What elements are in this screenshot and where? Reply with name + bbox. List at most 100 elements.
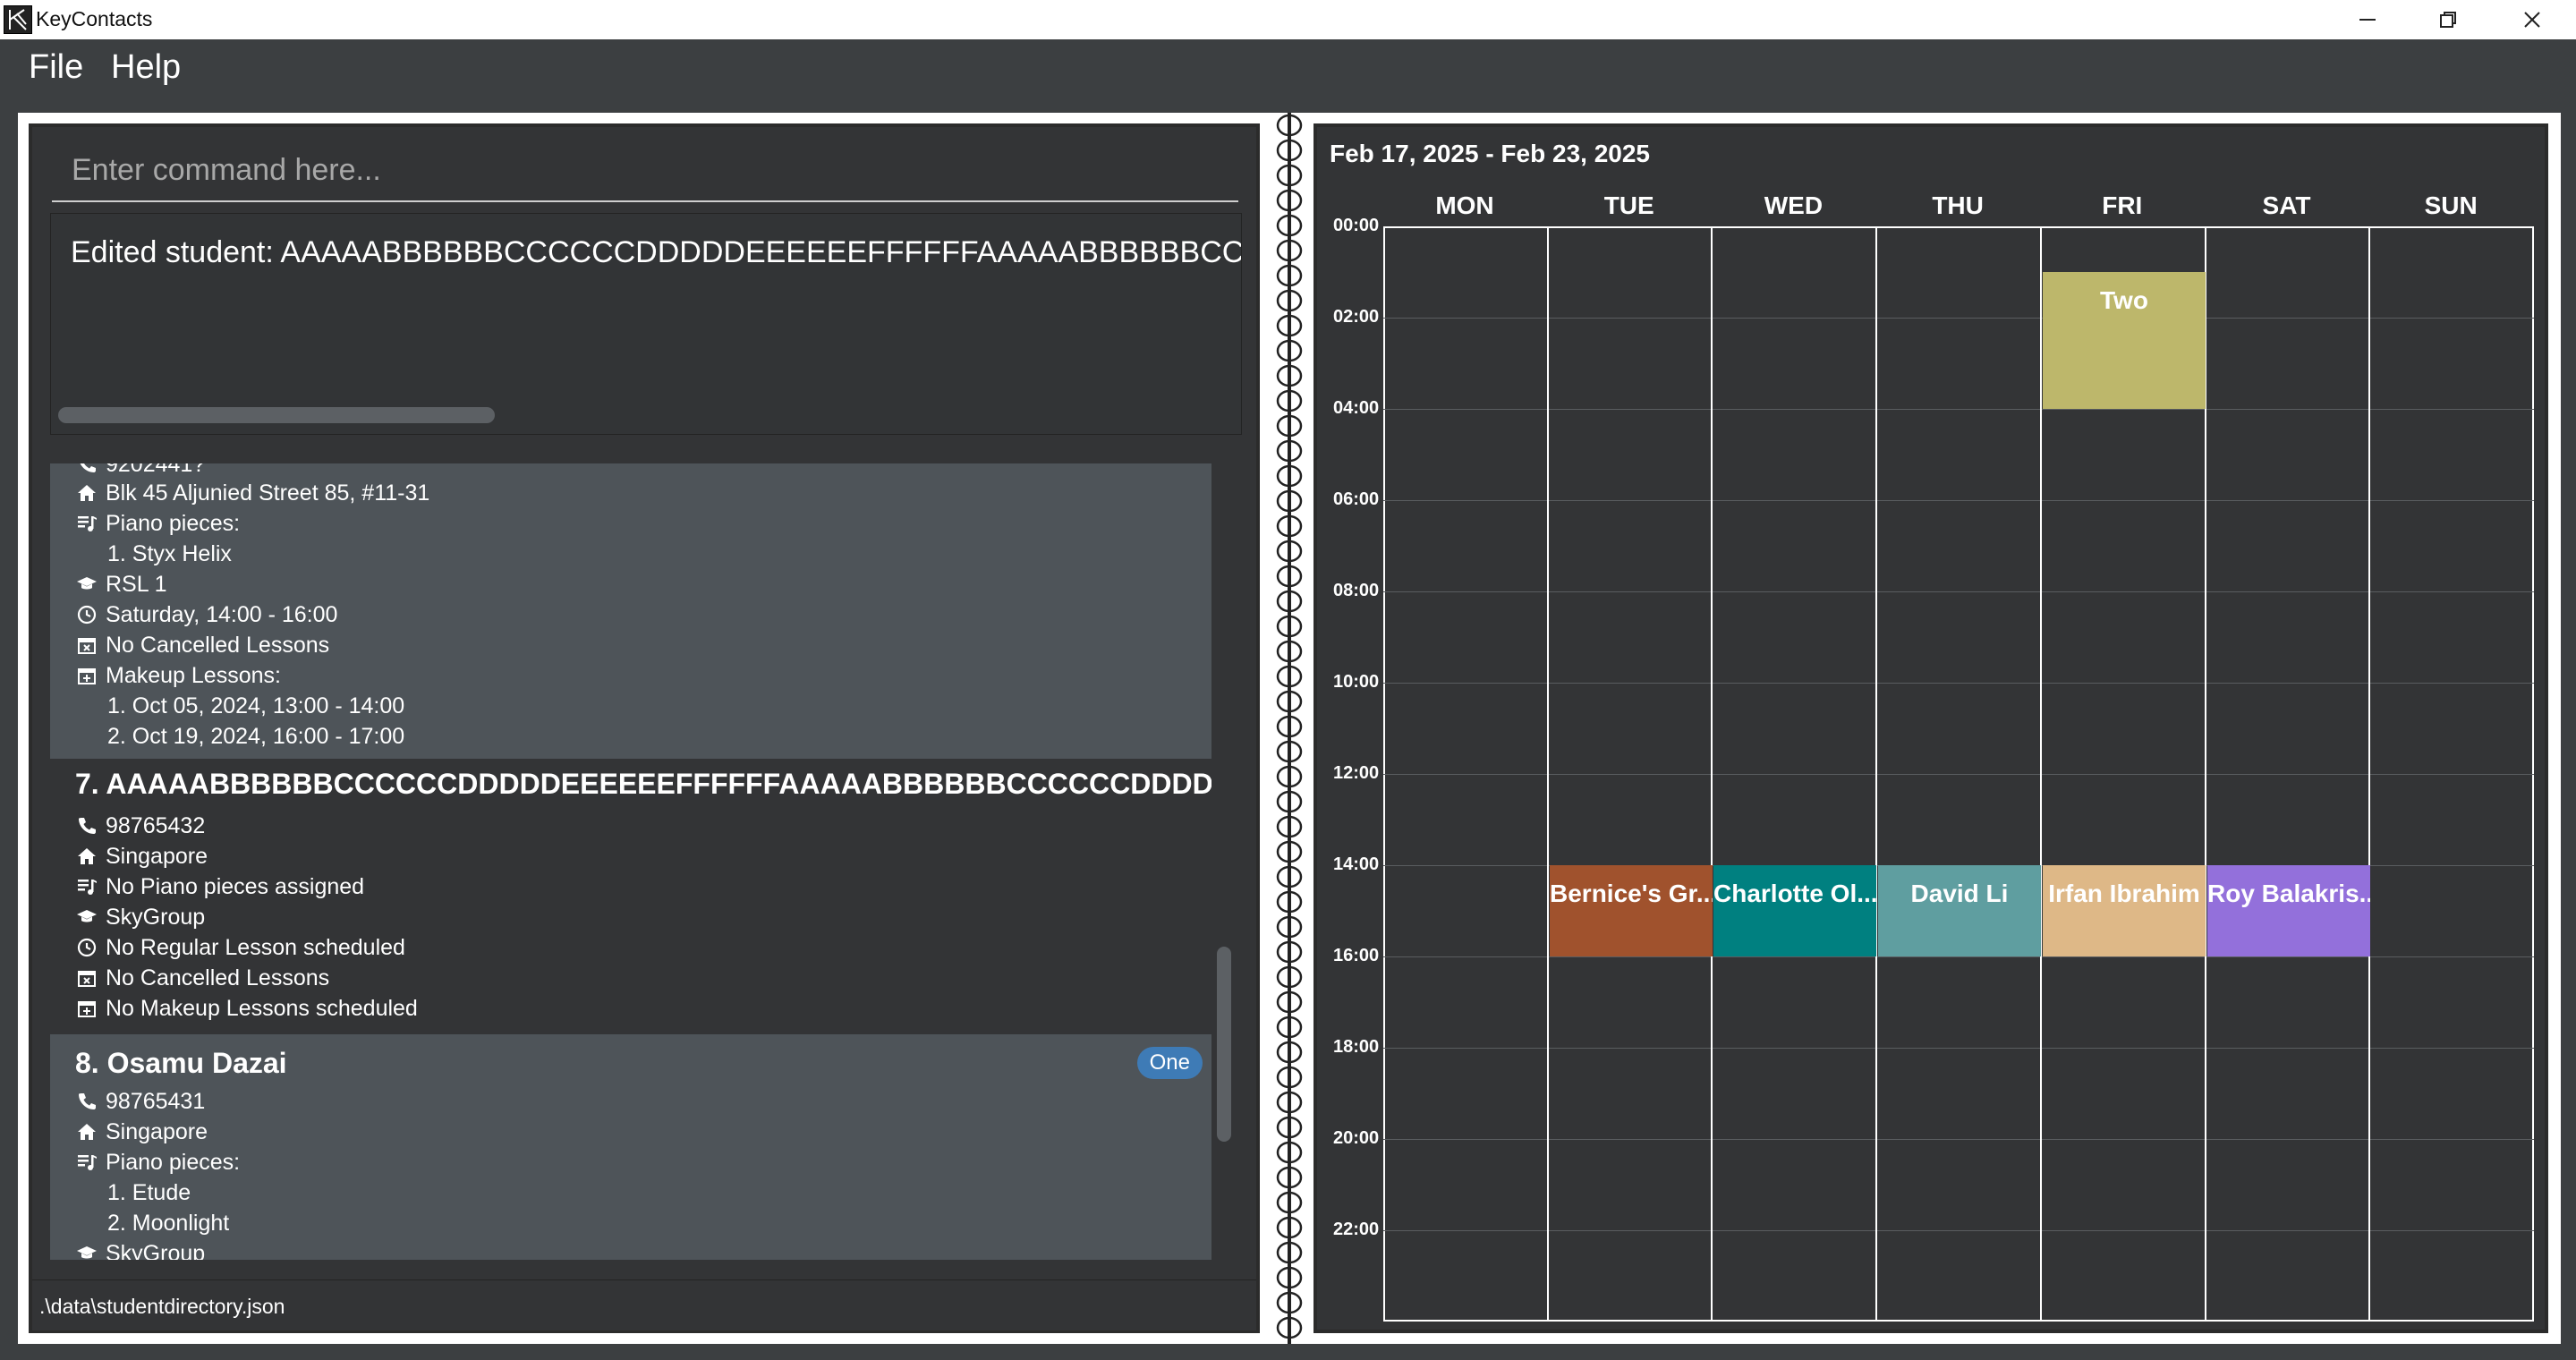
spiral-ring — [1276, 414, 1303, 438]
day-divider — [2368, 226, 2370, 1322]
close-icon[interactable] — [2496, 0, 2568, 39]
calendar-event[interactable]: Two — [2043, 272, 2206, 409]
calendar-x-icon — [75, 633, 98, 657]
spiral-ring — [1276, 139, 1303, 162]
result-display[interactable]: Edited student: AAAAABBBBBBCCCCCCDDDDDEE… — [50, 213, 1242, 435]
window-title: KeyContacts — [36, 7, 153, 30]
hour-gridline — [1383, 956, 2534, 957]
hour-gridline — [1383, 409, 2534, 410]
calendar-event[interactable]: Charlotte Ol... — [1713, 865, 1876, 956]
day-header-thu: THU — [1932, 191, 1984, 219]
piano-pieces-label: Piano pieces: — [106, 1149, 241, 1175]
home-icon — [75, 1120, 98, 1143]
time-label: 22:00 — [1333, 1220, 1380, 1239]
piano-pieces-label: Piano pieces: — [106, 510, 241, 536]
student-list[interactable]: 9202441? Blk 45 Aljunied Street 85, #11-… — [50, 463, 1211, 1260]
clock-icon — [75, 936, 98, 959]
title-bar: KeyContacts — [0, 0, 2576, 39]
piano-piece-item: 2. Moonlight — [107, 1211, 230, 1236]
address-row: Blk 45 Aljunied Street 85, #11-31 — [75, 478, 429, 508]
spiral-ring — [1276, 1016, 1303, 1039]
address-text: Singapore — [106, 843, 208, 869]
makeup-lessons-text: No Makeup Lessons scheduled — [106, 995, 418, 1021]
spiral-ring — [1276, 865, 1303, 888]
time-label: 06:00 — [1333, 489, 1380, 509]
day-divider — [1875, 226, 1877, 1322]
spiral-ring — [1276, 965, 1303, 989]
hour-gridline — [1383, 774, 2534, 775]
piano-piece-item: 1. Etude — [107, 1180, 191, 1205]
spiral-ring — [1276, 1166, 1303, 1189]
cancelled-lessons-row: No Cancelled Lessons — [75, 630, 329, 660]
spiral-ring — [1276, 239, 1303, 262]
day-header-tue: TUE — [1603, 191, 1654, 219]
hour-gridline — [1383, 1048, 2534, 1049]
spiral-ring — [1276, 214, 1303, 237]
piano-pieces-row: No Piano pieces assigned — [75, 871, 364, 902]
group-badge: One — [1136, 1047, 1203, 1079]
restore-icon[interactable] — [2412, 0, 2484, 39]
spiral-ring — [1276, 114, 1303, 137]
spiral-ring — [1276, 765, 1303, 788]
piano-piece-item: 1. Styx Helix — [107, 541, 232, 566]
spiral-ring — [1276, 815, 1303, 838]
hour-gridline — [1383, 500, 2534, 501]
menu-file[interactable]: File — [29, 48, 83, 87]
time-label: 10:00 — [1333, 672, 1380, 692]
regular-lesson-row: Saturday, 14:00 - 16:00 — [75, 599, 337, 630]
spiral-ring — [1276, 1291, 1303, 1314]
spiral-ring — [1276, 339, 1303, 362]
time-label: 14:00 — [1333, 854, 1380, 874]
app-logo-icon — [4, 5, 32, 34]
time-label: 04:00 — [1333, 398, 1380, 418]
spiral-ring — [1276, 840, 1303, 863]
file-path-text: .\data\studentdirectory.json — [39, 1295, 285, 1318]
command-input[interactable] — [70, 147, 1219, 193]
time-label: 00:00 — [1333, 216, 1380, 235]
calendar-x-icon — [75, 966, 98, 990]
music-list-icon — [75, 1151, 98, 1174]
day-divider — [1547, 226, 1549, 1322]
day-divider — [1711, 226, 1713, 1322]
makeup-lessons-row: No Makeup Lessons scheduled — [75, 993, 418, 1024]
home-icon — [75, 845, 98, 868]
address-row: Singapore — [75, 841, 208, 871]
spiral-ring — [1276, 540, 1303, 563]
calendar-event[interactable]: David Li — [1878, 865, 2041, 956]
grade-row: SkyGroup — [75, 1238, 205, 1260]
spiral-ring — [1276, 790, 1303, 813]
student-name: 7. AAAAABBBBBBCCCCCCDDDDDEEEEEEFFFFFFAAA… — [75, 768, 1211, 800]
calendar-event[interactable]: Bernice's Gr... — [1550, 865, 1713, 956]
spiral-ring — [1276, 464, 1303, 488]
list-scrollbar-thumb[interactable] — [1217, 947, 1231, 1142]
calendar-event[interactable]: Roy Balakris... — [2207, 865, 2370, 956]
result-text: Edited student: AAAAABBBBBBCCCCCCDDDDDEE… — [71, 235, 1242, 269]
spiral-ring — [1276, 264, 1303, 287]
piano-pieces-row: Piano pieces: — [75, 508, 240, 539]
student-card[interactable]: 7. AAAAABBBBBBCCCCCCDDDDDEEEEEEFFFFFFAAA… — [50, 759, 1211, 1034]
time-label: 12:00 — [1333, 763, 1380, 783]
graduation-cap-icon — [75, 1242, 98, 1260]
student-card[interactable]: 8. Osamu Dazai One 98765431 Singapore Pi… — [50, 1034, 1211, 1260]
minimize-icon[interactable] — [2332, 0, 2403, 39]
result-horizontal-scrollbar[interactable] — [58, 407, 495, 423]
spiral-ring — [1276, 289, 1303, 312]
hour-gridline — [1383, 1139, 2534, 1140]
spiral-ring — [1276, 640, 1303, 663]
day-header-fri: FRI — [2102, 191, 2143, 219]
spiral-ring — [1276, 439, 1303, 463]
hour-gridline — [1383, 318, 2534, 319]
makeup-lesson-item: 2. Oct 19, 2024, 16:00 - 17:00 — [107, 724, 405, 749]
music-list-icon — [75, 512, 98, 535]
menu-help[interactable]: Help — [111, 48, 181, 87]
hour-gridline — [1383, 683, 2534, 684]
cancelled-lessons-text: No Cancelled Lessons — [106, 965, 330, 990]
spiral-ring — [1276, 1066, 1303, 1089]
calendar-plus-icon — [75, 664, 98, 687]
graduation-cap-icon — [75, 573, 98, 596]
student-card[interactable]: 9202441? Blk 45 Aljunied Street 85, #11-… — [50, 463, 1211, 759]
spiral-ring — [1276, 389, 1303, 412]
spiral-ring — [1276, 690, 1303, 713]
spiral-ring — [1276, 514, 1303, 538]
calendar-event[interactable]: Irfan Ibrahim — [2043, 865, 2206, 956]
